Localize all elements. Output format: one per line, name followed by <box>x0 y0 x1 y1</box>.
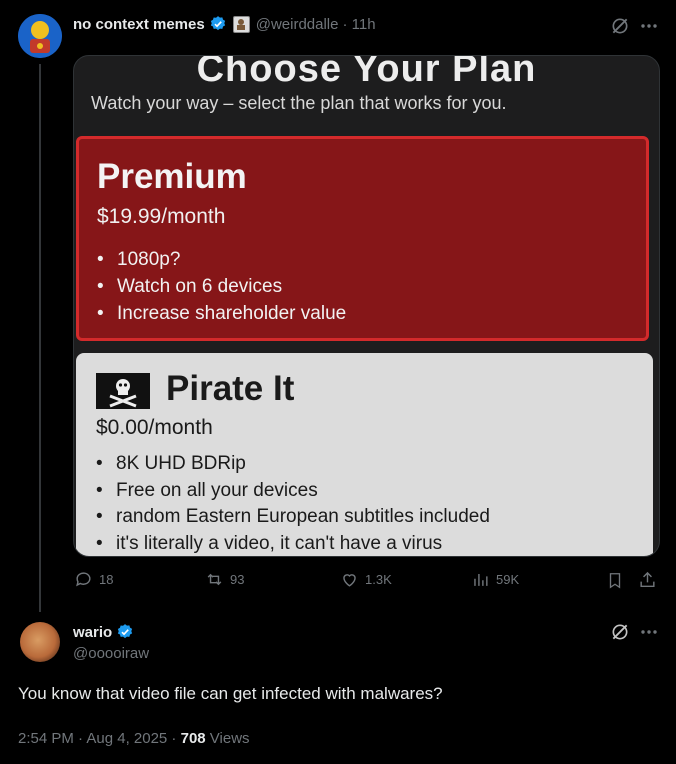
like-count: 1.3K <box>365 572 392 587</box>
author-name[interactable]: no context memes <box>73 16 205 33</box>
list-item: • Watch on 6 devices <box>97 276 283 297</box>
avatar[interactable] <box>20 622 60 662</box>
bookmark-icon[interactable] <box>606 571 624 590</box>
verified-badge-icon <box>118 624 133 639</box>
reply-author-name[interactable]: wario <box>73 624 112 641</box>
pirate-feature-list: • 8K UHD BDRip • Free on all your devices … <box>96 453 490 556</box>
analytics-icon <box>474 573 488 586</box>
premium-plan-card: Premium $19.99/month • 1080p? • Watch on 6… <box>76 136 649 341</box>
tweet-author-row: no context memes @weirddalle · 11h <box>73 14 376 34</box>
premium-plan-name: Premium <box>97 157 247 196</box>
pirate-plan-card: Pirate It $0.00/month • 8K UHD BDRip • Fre… <box>76 353 653 556</box>
list-item: • Increase shareholder value <box>97 303 347 324</box>
list-item: • Free on all your devices <box>96 479 318 501</box>
pirate-plan-name: Pirate It <box>166 369 295 408</box>
like-button[interactable]: 1.3K <box>340 570 392 589</box>
retweet-icon <box>207 573 222 586</box>
reply-icon <box>76 572 91 587</box>
reply-button[interactable]: 18 <box>74 570 113 589</box>
views-button[interactable]: 59K <box>471 570 519 589</box>
view-count: 59K <box>496 572 520 587</box>
list-item: • 1080p? <box>97 249 181 270</box>
reply-timestamp[interactable]: 2:54 PM · Aug 4, 2025 · <box>18 730 181 747</box>
reply-views-label: Views <box>205 730 250 747</box>
list-item: • random Eastern European subtitles inclu… <box>96 506 490 527</box>
heart-icon <box>343 574 356 587</box>
reply-count: 18 <box>99 572 114 587</box>
avatar[interactable] <box>18 14 62 58</box>
plan-title: Choose Your Plan <box>196 55 537 90</box>
grok-icon[interactable] <box>610 622 630 642</box>
more-options-icon[interactable] <box>640 20 658 32</box>
plan-subtitle: Watch your way – select the plan that wo… <box>91 93 507 113</box>
share-icon[interactable] <box>638 570 657 590</box>
reply-views-count: 708 <box>180 730 206 747</box>
tweet-media-image[interactable]: Choose Your Plan Watch your way – select… <box>73 55 660 557</box>
reply-author-row: wario <box>73 622 134 642</box>
retweet-button[interactable]: 93 <box>205 570 244 589</box>
reply-author-handle[interactable]: @ooooiraw <box>73 645 149 662</box>
grok-icon[interactable] <box>610 16 630 36</box>
verified-badge-icon <box>210 16 225 31</box>
reply-meta: 2:54 PM · Aug 4, 2025 · 708 Views <box>18 730 250 747</box>
pirate-plan-price: $0.00/month <box>96 416 213 439</box>
pirate-flag-icon <box>96 373 150 409</box>
author-handle[interactable]: @weirddalle <box>256 16 339 33</box>
reply-text: You know that video file can get infecte… <box>18 684 443 703</box>
tweet-time[interactable]: · 11h <box>342 16 375 33</box>
more-options-icon[interactable] <box>640 626 658 638</box>
affiliate-badge-icon <box>232 15 250 33</box>
premium-plan-price: $19.99/month <box>97 205 226 228</box>
retweet-count: 93 <box>230 572 245 587</box>
list-item: • it's literally a video, it can't have a… <box>96 532 443 554</box>
premium-feature-list: • 1080p? • Watch on 6 devices • Increase sh… <box>97 249 346 330</box>
list-item: • 8K UHD BDRip <box>96 453 246 474</box>
thread-connector <box>39 64 41 612</box>
